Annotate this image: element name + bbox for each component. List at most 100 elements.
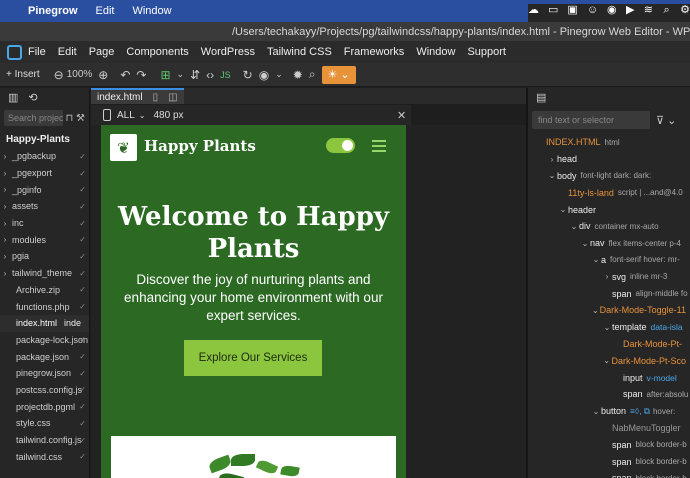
menu-frameworks[interactable]: Frameworks — [344, 46, 405, 58]
eye-icon[interactable]: ◉ — [259, 66, 269, 84]
filter-icon[interactable]: ⊓ ⚒ — [63, 113, 85, 124]
folder-item[interactable]: › _pgbackup ✓ — [0, 148, 89, 165]
chevron-right-icon[interactable]: › — [0, 252, 10, 261]
tree-node[interactable]: NabMenuToggler — [528, 420, 690, 437]
search-icon[interactable]: ⌕ — [309, 66, 316, 84]
chevron-down-icon[interactable]: ⌄ — [275, 66, 283, 84]
menu-support[interactable]: Support — [467, 46, 506, 58]
js-icon[interactable]: JS — [220, 66, 231, 84]
insert-button[interactable]: + Insert — [6, 66, 40, 84]
tree-node[interactable]: ⌄ body font-light dark: dark: — [528, 168, 690, 185]
split-icon[interactable]: ⇵ — [190, 66, 200, 84]
tree-node[interactable]: ⌄ Dark-Mode-Pt-Sco — [528, 352, 690, 369]
folder-item[interactable]: › _pgexport ✓ — [0, 165, 89, 182]
monitor-icon[interactable]: ▣ — [567, 4, 577, 17]
phone-icon[interactable] — [103, 109, 111, 121]
chevron-icon[interactable]: › — [547, 155, 557, 164]
layout-icon[interactable]: ⊞ — [160, 66, 170, 84]
tree-node[interactable]: ⌄ header — [528, 201, 690, 218]
user-icon[interactable]: ☺ — [587, 4, 598, 17]
tree-node[interactable]: INDEX.HTML html — [528, 134, 690, 151]
site-brand[interactable]: Happy Plants — [144, 137, 256, 155]
device-icon[interactable]: ▯ — [153, 92, 159, 103]
device-select[interactable]: ALL — [117, 110, 135, 121]
chevron-right-icon[interactable]: › — [0, 202, 10, 211]
project-name[interactable]: Happy-Plants — [0, 130, 89, 148]
chevron-right-icon[interactable]: › — [0, 235, 10, 244]
tree-node[interactable]: Dark-Mode-Pt- — [528, 336, 690, 353]
menu-icon[interactable] — [372, 140, 386, 155]
tree-node[interactable]: ⌄ template data-isla — [528, 319, 690, 336]
file-item[interactable]: Archive.zip ✓ — [0, 282, 89, 299]
tree-node[interactable]: span after:absolu — [528, 386, 690, 403]
file-item[interactable]: package-lock.json ✓ — [0, 332, 89, 349]
zoom-level[interactable]: 100% — [67, 66, 93, 84]
file-item[interactable]: postcss.config.js ✓ — [0, 382, 89, 399]
tree-node[interactable]: 11ty-ls-land script | ...and@4.0 — [528, 184, 690, 201]
file-item[interactable]: tailwind.config.js ✓ — [0, 432, 89, 449]
refresh-icon[interactable]: ↻ — [243, 66, 253, 84]
search-icon[interactable]: ⌕ — [662, 4, 671, 17]
close-icon[interactable]: ✕ — [397, 109, 406, 122]
tree-node[interactable]: › svg inline mr-3 — [528, 268, 690, 285]
chevron-icon[interactable]: ⌄ — [591, 407, 601, 416]
tree-icon[interactable]: ▤ — [536, 91, 546, 104]
tab-index-html[interactable]: index.html ▯ ◫ — [91, 88, 184, 104]
folder-item[interactable]: › modules ✓ — [0, 231, 89, 248]
play-icon[interactable]: ▶ — [626, 4, 635, 17]
chevron-down-icon[interactable]: ⌄ — [177, 66, 185, 84]
tree-node[interactable]: › head — [528, 151, 690, 168]
tree-node[interactable]: ⌄ nav flex items-center p-4 — [528, 235, 690, 252]
plant-logo-icon[interactable]: ❦ — [110, 134, 137, 161]
split-icon[interactable]: ◫ — [168, 92, 177, 103]
chevron-icon[interactable]: ⌄ — [591, 306, 600, 315]
chevron-icon[interactable]: ⌄ — [558, 205, 568, 214]
tree-node[interactable]: spanblock border-b — [528, 436, 690, 453]
chevron-icon[interactable]: ⌄ — [580, 239, 590, 248]
tree-node[interactable]: ⌄ button ≡◊, ⧉ hover: — [528, 403, 690, 420]
folder-item[interactable]: › pgia ✓ — [0, 248, 89, 265]
panel-icon[interactable]: ▥ — [8, 91, 18, 104]
undo-icon[interactable]: ↶ — [120, 66, 130, 84]
wifi-icon[interactable]: ≋ — [644, 4, 653, 17]
tree-node[interactable]: ⌄ div container mx-auto — [528, 218, 690, 235]
settings-icon[interactable]: ✹ — [293, 66, 303, 84]
folder-item[interactable]: › assets ✓ — [0, 198, 89, 215]
project-search-input[interactable]: Search project — [4, 110, 63, 126]
folder-item[interactable]: › tailwind_theme ✓ — [0, 265, 89, 282]
tree-node[interactable]: spanblock border-b — [528, 453, 690, 470]
file-item[interactable]: pinegrow.json ✓ — [0, 365, 89, 382]
chevron-right-icon[interactable]: › — [0, 219, 10, 228]
file-item[interactable]: tailwind.css ✓ — [0, 448, 89, 465]
filter-icon[interactable]: ⊽ ⌄ — [656, 114, 676, 127]
menu-window[interactable]: Window — [132, 5, 171, 17]
dark-mode-toggle[interactable] — [326, 138, 355, 153]
menu-edit[interactable]: Edit — [96, 5, 115, 17]
menu-window[interactable]: Window — [416, 46, 455, 58]
chevron-right-icon[interactable]: › — [0, 169, 10, 178]
menu-tailwind[interactable]: Tailwind CSS — [267, 46, 332, 58]
file-item[interactable]: projectdb.pgml ✓ — [0, 398, 89, 415]
file-item[interactable]: style.css ✓ — [0, 415, 89, 432]
page-preview[interactable]: ❦ Happy Plants Welcome to Happy Plants D… — [101, 125, 406, 478]
chevron-right-icon[interactable]: › — [0, 269, 10, 278]
chevron-icon[interactable]: ⌄ — [602, 356, 611, 365]
chevron-icon[interactable]: › — [602, 272, 612, 281]
tree-node[interactable]: span align-middle fo — [528, 285, 690, 302]
menu-components[interactable]: Components — [126, 46, 188, 58]
screen-icon[interactable]: ▭ — [548, 4, 558, 17]
folder-item[interactable]: › _pginfo ✓ — [0, 181, 89, 198]
tree-node[interactable]: ⌄ Dark-Mode-Toggle-11 — [528, 302, 690, 319]
redo-icon[interactable]: ↷ — [136, 66, 146, 84]
control-icon[interactable]: ⚙ — [680, 4, 690, 17]
chevron-icon[interactable]: ⌄ — [569, 222, 579, 231]
zoom-out-icon[interactable]: ⊖ — [54, 66, 64, 84]
menu-edit[interactable]: Edit — [58, 46, 77, 58]
theme-toggle-button[interactable]: ☀ ⌄ — [321, 65, 356, 84]
record-icon[interactable]: ◉ — [607, 4, 617, 17]
zoom-in-icon[interactable]: ⊕ — [98, 66, 108, 84]
tree-node[interactable]: ⌄ a font-serif hover: mr- — [528, 252, 690, 269]
cloud-icon[interactable]: ☁ — [528, 4, 539, 17]
folder-item[interactable]: › inc ✓ — [0, 215, 89, 232]
file-item[interactable]: index.html inde — [0, 314, 89, 332]
